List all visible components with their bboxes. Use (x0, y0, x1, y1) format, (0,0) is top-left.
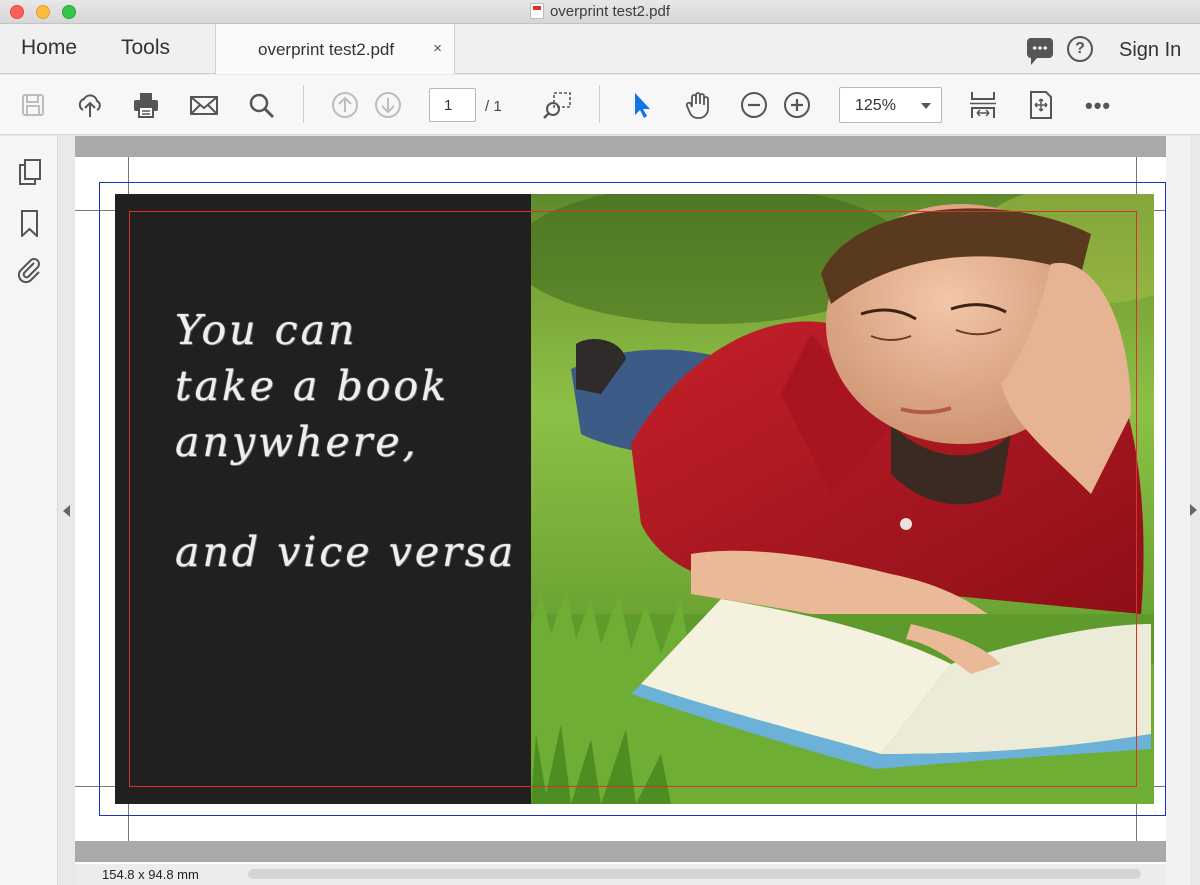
save-icon[interactable] (18, 90, 48, 120)
page-number-input[interactable]: 1 (429, 88, 476, 122)
window-title-text: overprint test2.pdf (549, 3, 671, 20)
pdf-file-icon (529, 3, 544, 19)
upload-icon[interactable] (75, 90, 105, 120)
left-sidebar (0, 136, 58, 885)
toolbar-separator (303, 85, 304, 123)
help-icon[interactable]: ? (1067, 36, 1093, 62)
print-icon[interactable] (131, 90, 161, 120)
comment-icon[interactable] (1027, 38, 1053, 65)
tab-tools[interactable]: Tools (121, 36, 170, 60)
search-icon[interactable] (246, 90, 276, 120)
page-gap-top (75, 136, 1166, 157)
page-dimensions: 154.8 x 94.8 mm (102, 867, 199, 882)
pages-icon[interactable] (16, 158, 44, 186)
expand-right-panel-icon[interactable] (1190, 504, 1197, 516)
page-total: / 1 (485, 98, 502, 115)
title-bar: overprint test2.pdf (0, 0, 1200, 24)
page-up-icon[interactable] (330, 90, 360, 120)
page-gap-bottom (75, 841, 1166, 862)
tab-home[interactable]: Home (21, 36, 77, 60)
chevron-down-icon (921, 103, 931, 109)
zoom-level-select[interactable]: 125% (839, 87, 942, 123)
marquee-zoom-icon[interactable] (543, 90, 573, 120)
attachment-icon[interactable] (16, 256, 44, 284)
tab-bar: Home Tools overprint test2.pdf × ? Sign … (0, 24, 1200, 74)
collapse-left-panel-icon[interactable] (63, 505, 70, 517)
zoom-level-value: 125% (855, 97, 896, 114)
fit-page-icon[interactable] (1026, 90, 1056, 120)
window-title: overprint test2.pdf (0, 3, 1200, 20)
hand-tool-icon[interactable] (683, 90, 713, 120)
trim-box (129, 211, 1137, 787)
document-tab-label: overprint test2.pdf (258, 40, 395, 59)
bookmark-icon[interactable] (16, 209, 44, 237)
close-tab-icon[interactable]: × (433, 40, 442, 57)
page-down-icon[interactable] (373, 90, 403, 120)
zoom-out-icon[interactable] (739, 90, 769, 120)
toolbar: 1 / 1 125% ••• (0, 75, 1200, 135)
tab-document[interactable]: overprint test2.pdf × (215, 24, 455, 74)
acrobat-window: overprint test2.pdf Home Tools overprint… (0, 0, 1200, 885)
toolbar-separator (599, 85, 600, 123)
zoom-in-icon[interactable] (782, 90, 812, 120)
sign-in-link[interactable]: Sign In (1119, 39, 1181, 62)
horizontal-scrollbar[interactable] (248, 869, 1141, 879)
right-panel-strip (1166, 136, 1190, 885)
scroll-mode-icon[interactable] (968, 90, 998, 120)
select-pointer-icon[interactable] (627, 90, 657, 120)
email-icon[interactable] (189, 90, 219, 120)
more-icon[interactable]: ••• (1085, 93, 1111, 119)
